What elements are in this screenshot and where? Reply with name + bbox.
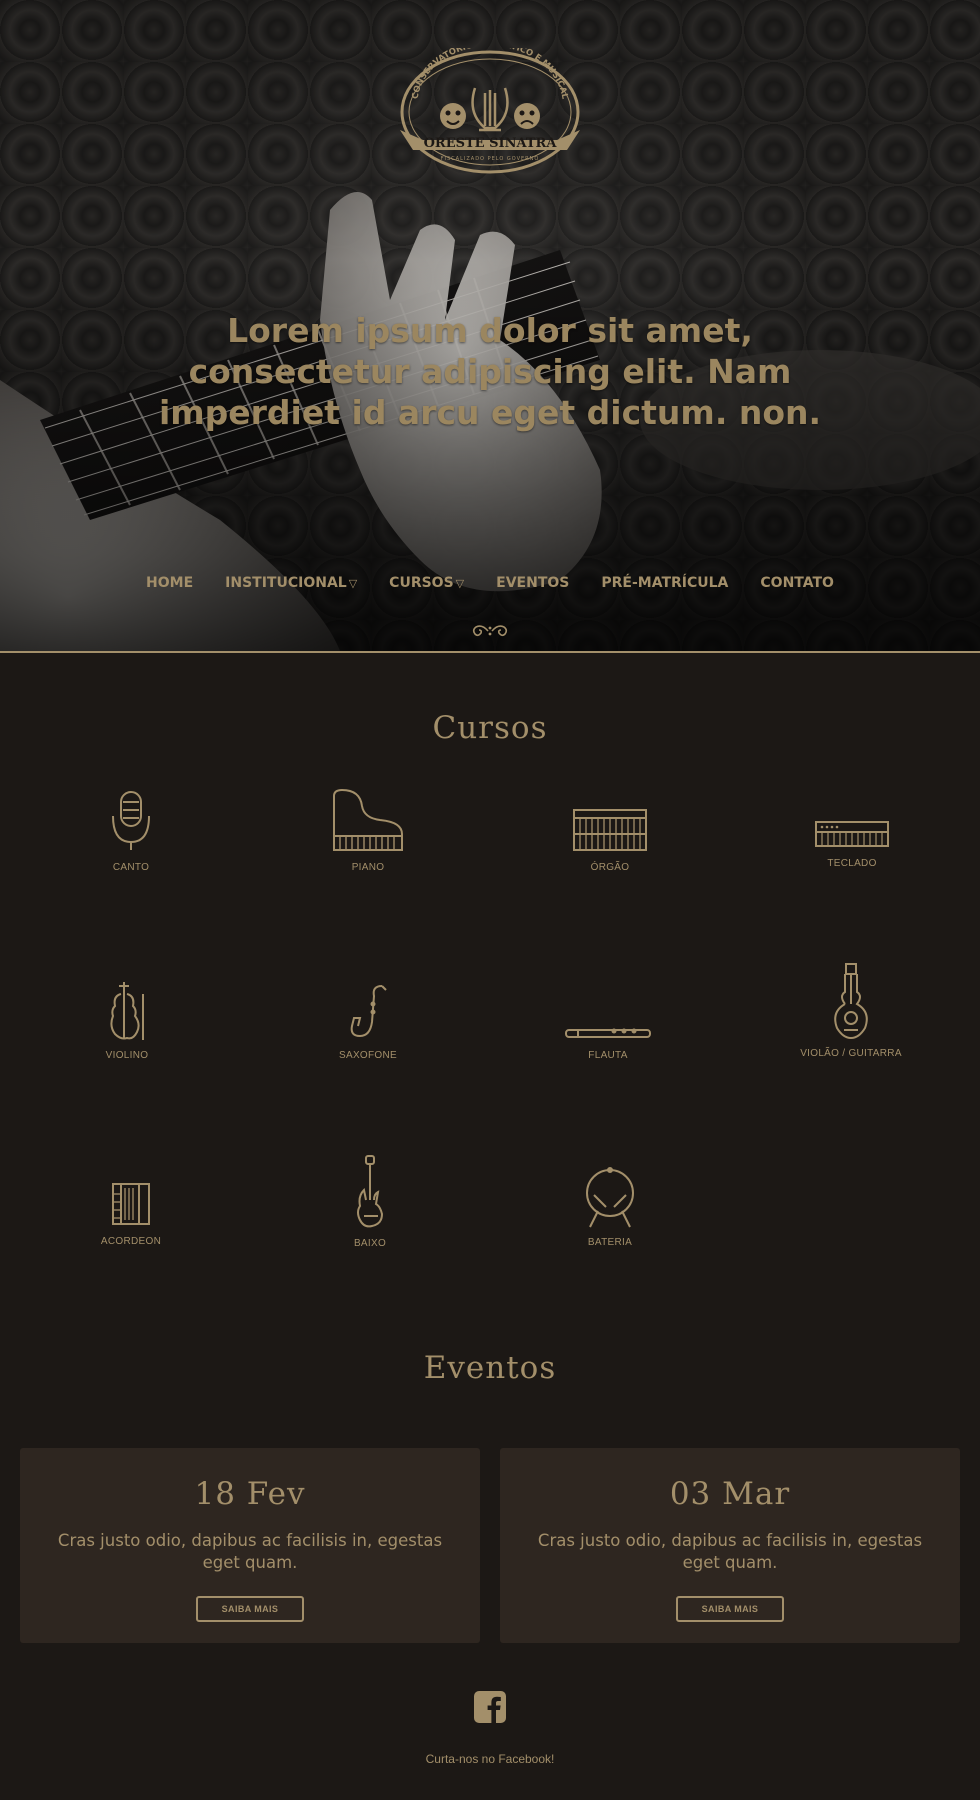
nav-label: CURSOS <box>389 575 454 591</box>
course-violao-guitarra[interactable]: VIOLÃO / GUITARRA <box>771 962 931 1059</box>
course-teclado[interactable]: TECLADO <box>772 820 932 869</box>
violin-icon <box>110 982 144 1040</box>
event-date: 03 Mar <box>669 1476 791 1512</box>
hero-heading: Lorem ipsum dolor sit amet, consectetur … <box>158 311 822 432</box>
saiba-mais-button[interactable]: SAIBA MAIS <box>195 1596 305 1622</box>
course-label: TECLADO <box>827 858 877 869</box>
microphone-icon <box>112 791 150 850</box>
conservatory-logo[interactable]: CONSERVATÓRIO DRAMÁTICO E MUSICAL ORESTE… <box>395 48 585 176</box>
event-card: 03 Mar Cras justo odio, dapibus ac facil… <box>500 1448 960 1643</box>
caret-down-icon: ▽ <box>455 576 465 590</box>
keyboard-icon <box>815 821 889 847</box>
course-violino[interactable]: VIOLINO <box>47 980 207 1061</box>
facebook-icon[interactable] <box>474 1691 506 1723</box>
nav-eventos[interactable]: EVENTOS <box>480 575 585 591</box>
nav-cursos[interactable]: CURSOS ▽ <box>373 575 480 591</box>
course-saxofone[interactable]: SAXOFONE <box>288 984 448 1061</box>
course-label: VIOLINO <box>105 1050 149 1061</box>
eventos-title: Eventos <box>423 1350 557 1386</box>
course-canto[interactable]: CANTO <box>51 788 211 873</box>
course-label: BAIXO <box>353 1238 387 1249</box>
caret-down-icon: ▽ <box>348 576 358 590</box>
facebook-link[interactable]: Curta-nos no Facebook! <box>0 1752 980 1766</box>
event-description: Cras justo odio, dapibus ac facilisis in… <box>537 1531 923 1572</box>
course-label: BATERIA <box>587 1237 633 1248</box>
course-bateria[interactable]: BATERIA <box>530 1165 690 1248</box>
hero-banner: CONSERVATÓRIO DRAMÁTICO E MUSICAL ORESTE… <box>0 0 980 653</box>
nav-label: INSTITUCIONAL <box>225 575 347 591</box>
main-nav: HOME INSTITUCIONAL ▽ CURSOS ▽ EVENTOS PRÉ-… <box>0 575 980 591</box>
flute-icon <box>565 1028 651 1038</box>
course-label: CANTO <box>112 862 150 873</box>
nav-home[interactable]: HOME <box>130 575 209 591</box>
ornament-icon <box>472 625 508 637</box>
course-baixo[interactable]: BAIXO <box>290 1154 450 1249</box>
saxophone-icon <box>350 985 387 1038</box>
course-label: FLAUTA <box>588 1050 628 1061</box>
guitar-icon <box>834 963 868 1040</box>
organ-icon <box>573 809 647 851</box>
logo-subtitle: FISCALIZADO PELO GOVERNO <box>441 156 540 162</box>
course-label: PIANO <box>351 862 385 873</box>
nav-label: EVENTOS <box>496 575 570 591</box>
event-description: Cras justo odio, dapibus ac facilisis in… <box>57 1531 443 1572</box>
course-acordeon[interactable]: ACORDEON <box>51 1180 211 1247</box>
cursos-title: Cursos <box>432 710 548 746</box>
nav-label: PRÉ-MATRÍCULA <box>601 575 729 591</box>
course-label: SAXOFONE <box>339 1050 397 1061</box>
nav-institucional[interactable]: INSTITUCIONAL ▽ <box>209 575 373 591</box>
course-label: VIOLÃO / GUITARRA <box>800 1048 902 1059</box>
nav-label: HOME <box>146 575 194 591</box>
course-flauta[interactable]: FLAUTA <box>528 1024 688 1061</box>
piano-icon <box>333 788 403 851</box>
drum-icon <box>586 1167 634 1228</box>
course-label: ACORDEON <box>100 1236 162 1247</box>
event-date: 18 Fev <box>194 1476 306 1512</box>
accordion-icon <box>112 1183 150 1225</box>
logo-name: ORESTE SINATRA <box>424 136 558 151</box>
event-card: 18 Fev Cras justo odio, dapibus ac facil… <box>20 1448 480 1643</box>
saiba-mais-button[interactable]: SAIBA MAIS <box>675 1596 785 1622</box>
bass-icon <box>357 1155 384 1228</box>
course-label: ÓRGÃO <box>590 862 630 873</box>
nav-label: CONTATO <box>760 575 834 591</box>
nav-pre-matricula[interactable]: PRÉ-MATRÍCULA <box>585 575 744 591</box>
course-orgao[interactable]: ÓRGÃO <box>530 808 690 873</box>
nav-contato[interactable]: CONTATO <box>744 575 850 591</box>
course-piano[interactable]: PIANO <box>288 788 448 873</box>
